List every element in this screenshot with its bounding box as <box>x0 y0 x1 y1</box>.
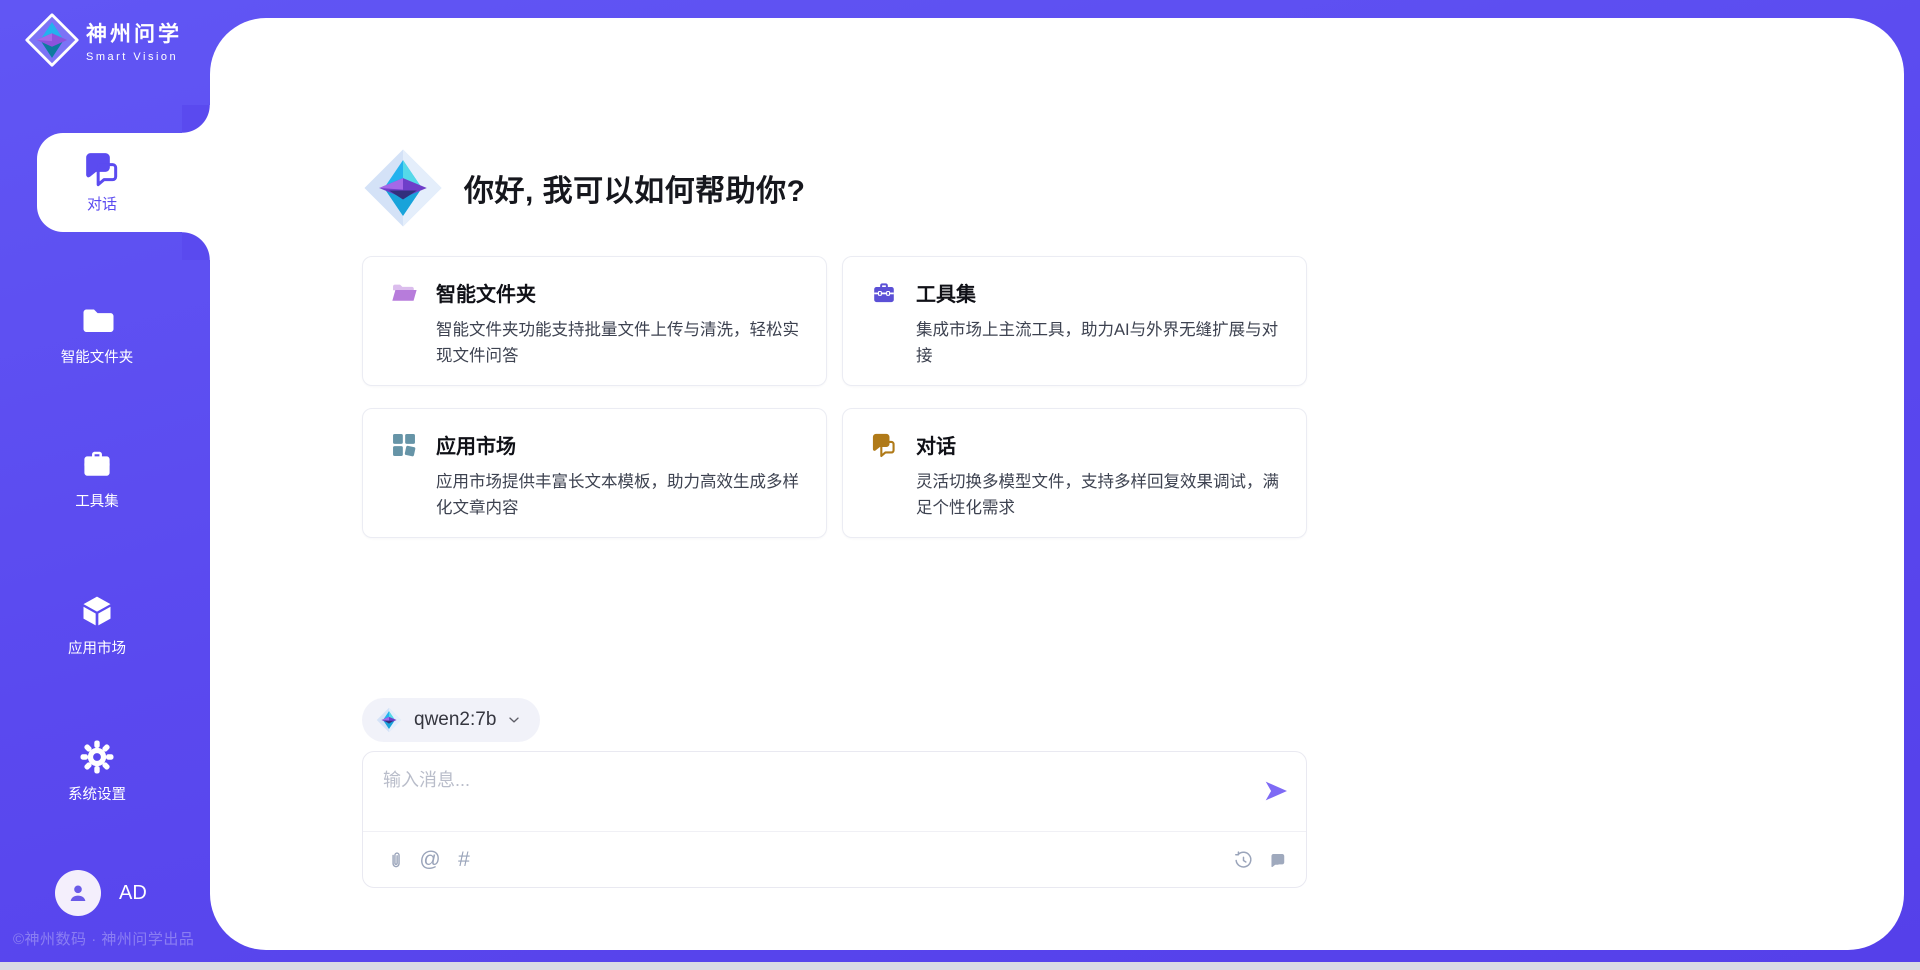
greeting-text: 你好, 我可以如何帮助你? <box>464 166 806 210</box>
card-title: 工具集 <box>916 278 976 307</box>
sidebar-item-chat[interactable]: 对话 <box>37 133 210 232</box>
sidebar-item-label: 智能文件夹 <box>0 346 194 367</box>
card-toolset[interactable]: 工具集 集成市场上主流工具，助力AI与外界无缝扩展与对接 <box>842 256 1307 386</box>
message-composer: @ # <box>362 751 1307 888</box>
brand-title: 神州问学 <box>86 18 182 48</box>
message-input[interactable] <box>383 766 1243 824</box>
brand-subtitle: Smart Vision <box>86 51 182 63</box>
card-description: 集成市场上主流工具，助力AI与外界无缝扩展与对接 <box>916 317 1282 369</box>
model-name: qwen2:7b <box>414 709 496 731</box>
card-title: 智能文件夹 <box>436 278 536 307</box>
mention-icon: @ <box>419 848 440 872</box>
send-icon[interactable] <box>1262 777 1290 805</box>
sidebar-item-label: 工具集 <box>0 490 194 511</box>
card-description: 应用市场提供丰富长文本模板，助力高效生成多样化文章内容 <box>436 469 802 521</box>
chat-list-button[interactable] <box>1260 843 1294 877</box>
copyright-footer: ©神州数码 · 神州问学出品 <box>13 928 194 949</box>
sidebar-item-label: 应用市场 <box>0 637 194 658</box>
folder-open-icon <box>390 279 418 307</box>
history-icon <box>1233 850 1254 871</box>
composer-toolbar: @ # <box>363 832 1306 888</box>
diamond-logo-icon <box>362 147 444 229</box>
mention-button[interactable]: @ <box>413 843 447 877</box>
user-account[interactable]: AD <box>55 870 147 916</box>
hashtag-button[interactable]: # <box>447 843 481 877</box>
sidebar-item-label: 对话 <box>37 193 167 214</box>
toolbox-icon <box>870 279 898 307</box>
sidebar-item-app-market[interactable]: 应用市场 <box>0 593 194 658</box>
toolbox-icon <box>79 446 115 482</box>
card-title: 对话 <box>916 430 956 459</box>
card-description: 智能文件夹功能支持批量文件上传与清洗，轻松实现文件问答 <box>436 317 802 369</box>
model-selector[interactable]: qwen2:7b <box>362 698 540 742</box>
diamond-logo-icon <box>376 707 402 733</box>
sidebar-item-label: 系统设置 <box>0 783 194 804</box>
history-button[interactable] <box>1226 843 1260 877</box>
hash-icon: # <box>458 848 470 872</box>
tab-fillet-bottom <box>182 232 210 260</box>
gear-icon <box>79 739 115 775</box>
brand: 神州问学 Smart Vision <box>24 12 182 68</box>
sidebar-item-settings[interactable]: 系统设置 <box>0 739 194 804</box>
chat-bubble-icon <box>1267 850 1288 871</box>
cube-icon <box>79 593 115 629</box>
attach-file-button[interactable] <box>379 843 413 877</box>
feature-cards: 智能文件夹 智能文件夹功能支持批量文件上传与清洗，轻松实现文件问答 工具集 集成… <box>362 256 1309 538</box>
bottom-scroll-strip[interactable] <box>0 962 1920 970</box>
card-description: 灵活切换多模型文件，支持多样回复效果调试，满足个性化需求 <box>916 469 1282 521</box>
card-smart-folder[interactable]: 智能文件夹 智能文件夹功能支持批量文件上传与清洗，轻松实现文件问答 <box>362 256 827 386</box>
card-title: 应用市场 <box>436 430 516 459</box>
sidebar-item-smart-folder[interactable]: 智能文件夹 <box>0 302 194 367</box>
diamond-logo-icon <box>24 12 80 68</box>
greeting: 你好, 我可以如何帮助你? <box>362 147 806 229</box>
attachment-icon <box>386 850 407 871</box>
chevron-down-icon <box>506 712 522 728</box>
user-initials: AD <box>119 882 147 905</box>
sidebar-item-toolset[interactable]: 工具集 <box>0 446 194 511</box>
avatar <box>55 870 101 916</box>
card-app-market[interactable]: 应用市场 应用市场提供丰富长文本模板，助力高效生成多样化文章内容 <box>362 408 827 538</box>
folder-icon <box>79 302 115 338</box>
tab-fillet-top <box>182 105 210 133</box>
chat-icon <box>82 149 122 189</box>
apps-grid-icon <box>390 431 418 459</box>
person-icon <box>65 880 91 906</box>
card-chat[interactable]: 对话 灵活切换多模型文件，支持多样回复效果调试，满足个性化需求 <box>842 408 1307 538</box>
sidebar: 神州问学 Smart Vision 对话 智能文件夹 工具集 应用市场 系统设置… <box>0 0 210 970</box>
chat-icon <box>870 431 898 459</box>
